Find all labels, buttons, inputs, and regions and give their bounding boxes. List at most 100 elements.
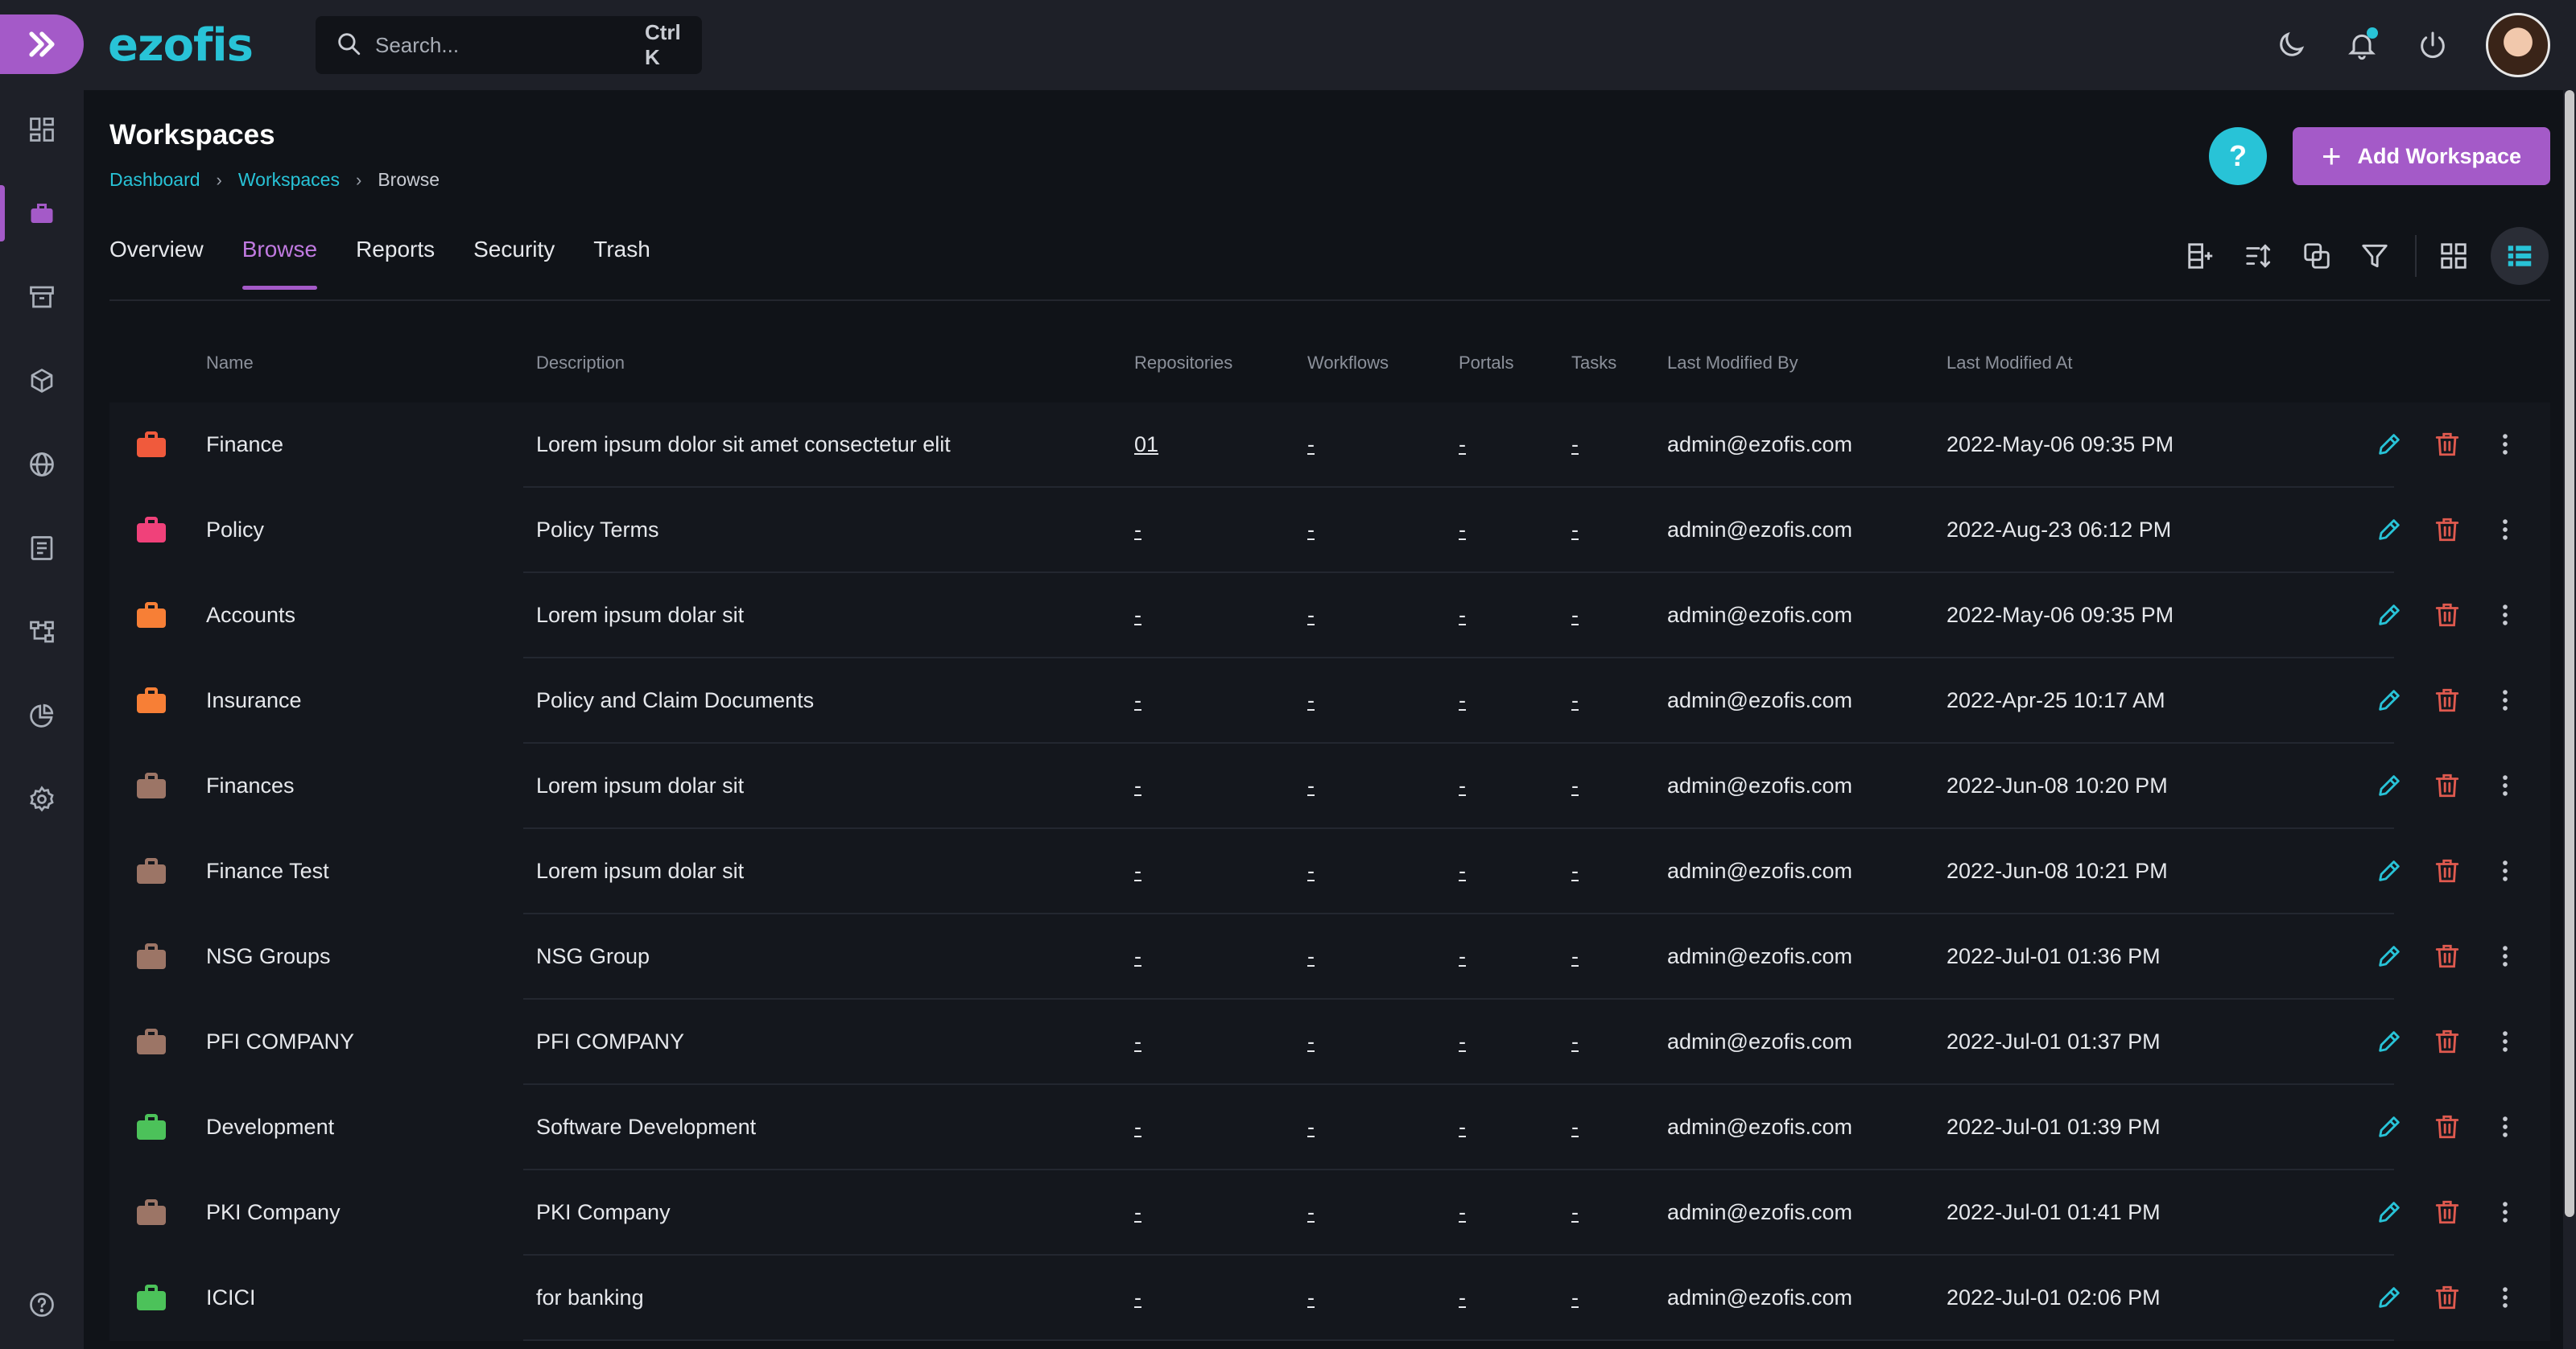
cell-workflows[interactable]: - [1307,1085,1315,1169]
table-row[interactable]: ICICI for banking - - - - admin@ezofis.com 2022… [109,1256,2550,1341]
cell-tasks[interactable]: - [1571,573,1579,657]
edit-icon[interactable] [2373,514,2405,546]
edit-icon[interactable] [2373,1281,2405,1314]
app-logo[interactable]: ezofis [108,19,254,72]
delete-icon[interactable] [2431,599,2463,631]
table-row[interactable]: Accounts Lorem ipsum dolar sit - - - - admin@e… [109,573,2550,658]
edit-icon[interactable] [2373,684,2405,716]
cell-repositories[interactable]: - [1134,914,1141,998]
edit-icon[interactable] [2373,1111,2405,1143]
cell-workflows[interactable]: - [1307,1256,1315,1339]
cell-repositories[interactable]: - [1134,1085,1141,1169]
cell-repositories[interactable]: - [1134,829,1141,913]
cell-portals[interactable]: - [1459,1085,1466,1169]
tab-trash[interactable]: Trash [593,237,650,290]
cell-name[interactable]: Finances [206,744,295,827]
edit-icon[interactable] [2373,769,2405,802]
cell-workflows[interactable]: - [1307,1000,1315,1083]
cell-portals[interactable]: - [1459,829,1466,913]
table-row[interactable]: Finance Lorem ipsum dolor sit amet consec… [109,402,2550,488]
table-row[interactable]: Finance Test Lorem ipsum dolar sit - - - - adm… [109,829,2550,914]
cell-tasks[interactable]: - [1571,1085,1579,1169]
cell-portals[interactable]: - [1459,573,1466,657]
more-options-icon[interactable] [2489,1111,2521,1143]
edit-icon[interactable] [2373,428,2405,460]
cell-repositories[interactable]: - [1134,573,1141,657]
sidebar-item-workflows[interactable] [0,604,84,660]
cell-portals[interactable]: - [1459,1256,1466,1339]
cell-portals[interactable]: - [1459,1000,1466,1083]
delete-icon[interactable] [2431,855,2463,887]
tab-reports[interactable]: Reports [356,237,435,290]
sidebar-item-workspaces[interactable] [0,185,84,241]
more-options-icon[interactable] [2489,1281,2521,1314]
scrollbar-thumb[interactable] [2565,90,2574,1217]
breadcrumb-workspaces[interactable]: Workspaces [238,169,340,191]
cell-portals[interactable]: - [1459,488,1466,571]
cell-tasks[interactable]: - [1571,914,1579,998]
delete-icon[interactable] [2431,1281,2463,1314]
menu-toggle-button[interactable] [0,14,84,74]
group-button[interactable] [2296,235,2338,277]
edit-icon[interactable] [2373,940,2405,972]
cell-name[interactable]: Accounts [206,573,295,657]
cell-workflows[interactable]: - [1307,573,1315,657]
sidebar-item-portals[interactable] [0,436,84,493]
cell-tasks[interactable]: - [1571,1000,1579,1083]
filter-button[interactable] [2354,235,2396,277]
edit-icon[interactable] [2373,1196,2405,1228]
sort-button[interactable] [2238,235,2280,277]
column-header-portals[interactable]: Portals [1459,353,1513,373]
add-column-button[interactable] [2180,235,2222,277]
column-header-name[interactable]: Name [206,353,254,373]
more-options-icon[interactable] [2489,684,2521,716]
cell-tasks[interactable]: - [1571,744,1579,827]
grid-view-button[interactable] [2433,235,2475,277]
cell-workflows[interactable]: - [1307,829,1315,913]
more-options-icon[interactable] [2489,514,2521,546]
logout-button[interactable] [2415,27,2450,63]
table-row[interactable]: NSG Groups NSG Group - - - - admin@ezofis.com 2… [109,914,2550,1000]
cell-name[interactable]: NSG Groups [206,914,331,998]
cell-workflows[interactable]: - [1307,658,1315,742]
edit-icon[interactable] [2373,855,2405,887]
more-options-icon[interactable] [2489,599,2521,631]
tab-browse[interactable]: Browse [242,237,318,290]
help-button[interactable]: ? [2209,127,2267,185]
sidebar-item-help[interactable] [0,1277,84,1333]
tab-security[interactable]: Security [473,237,555,290]
sidebar-item-settings[interactable] [0,771,84,827]
sidebar-item-forms[interactable] [0,520,84,576]
edit-icon[interactable] [2373,599,2405,631]
cell-name[interactable]: Finance Test [206,829,329,913]
breadcrumb-dashboard[interactable]: Dashboard [109,169,200,191]
search-input[interactable] [375,32,645,58]
more-options-icon[interactable] [2489,855,2521,887]
cell-workflows[interactable]: - [1307,914,1315,998]
table-row[interactable]: Insurance Policy and Claim Documents - - - - a… [109,658,2550,744]
delete-icon[interactable] [2431,1025,2463,1058]
column-header-tasks[interactable]: Tasks [1571,353,1616,373]
cell-tasks[interactable]: - [1571,1256,1579,1339]
cell-name[interactable]: PKI Company [206,1170,341,1254]
more-options-icon[interactable] [2489,940,2521,972]
more-options-icon[interactable] [2489,428,2521,460]
delete-icon[interactable] [2431,1111,2463,1143]
cell-repositories[interactable]: 01 [1134,402,1158,486]
more-options-icon[interactable] [2489,1025,2521,1058]
cell-name[interactable]: ICICI [206,1256,256,1339]
table-row[interactable]: Finances Lorem ipsum dolar sit - - - - admin@e… [109,744,2550,829]
cell-name[interactable]: Insurance [206,658,302,742]
cell-repositories[interactable]: - [1134,1000,1141,1083]
user-avatar[interactable] [2486,13,2550,77]
column-header-repositories[interactable]: Repositories [1134,353,1232,373]
tab-overview[interactable]: Overview [109,237,204,290]
cell-name[interactable]: Development [206,1085,334,1169]
theme-toggle-button[interactable] [2273,27,2309,63]
cell-workflows[interactable]: - [1307,1170,1315,1254]
cell-repositories[interactable]: - [1134,488,1141,571]
delete-icon[interactable] [2431,769,2463,802]
delete-icon[interactable] [2431,684,2463,716]
sidebar-item-apps[interactable] [0,353,84,409]
cell-tasks[interactable]: - [1571,402,1579,486]
